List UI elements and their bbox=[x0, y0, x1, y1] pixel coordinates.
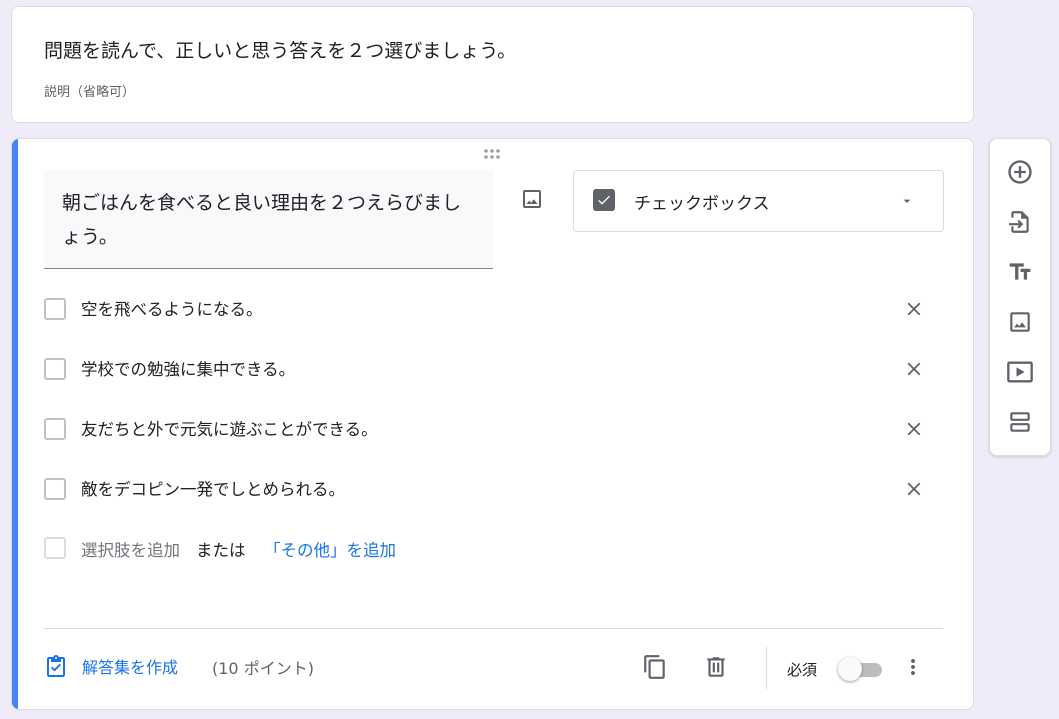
add-question-icon bbox=[1008, 160, 1032, 184]
add-image-icon bbox=[1010, 312, 1030, 332]
toggle-thumb bbox=[838, 657, 862, 681]
answer-key-label: 解答集を作成 bbox=[82, 658, 179, 677]
remove-option-button[interactable] bbox=[899, 474, 929, 504]
option-row[interactable]: 敵をデコピン一発でしとめられる。 bbox=[44, 470, 944, 510]
option-label[interactable]: 敵をデコピン一発でしとめられる。 bbox=[81, 478, 345, 502]
add-section-button[interactable] bbox=[1005, 407, 1035, 437]
option-checkbox bbox=[44, 478, 66, 500]
add-option-row: 選択肢を追加 または 「その他」を追加 bbox=[44, 529, 744, 569]
question-type-dropdown[interactable]: チェックボックス bbox=[573, 170, 944, 232]
dropdown-arrow-icon bbox=[903, 199, 911, 203]
option-row[interactable]: 学校での勉強に集中できる。 bbox=[44, 350, 944, 390]
option-checkbox bbox=[44, 418, 66, 440]
form-header-card: 問題を読んで、正しいと思う答えを２つ選びましょう。 説明（省略可） bbox=[11, 6, 974, 123]
add-question-button[interactable] bbox=[1005, 157, 1035, 187]
required-label: 必須 bbox=[787, 661, 818, 679]
required-toggle[interactable] bbox=[838, 656, 886, 682]
remove-option-button[interactable] bbox=[899, 354, 929, 384]
more-vert-icon bbox=[911, 659, 915, 675]
or-label: または bbox=[196, 541, 246, 560]
import-questions-button[interactable] bbox=[1005, 207, 1035, 237]
points-label: (10 ポイント) bbox=[212, 659, 314, 678]
checkbox-type-icon bbox=[593, 189, 615, 211]
image-icon bbox=[523, 190, 541, 208]
active-accent-bar bbox=[12, 139, 18, 709]
footer-vertical-divider bbox=[766, 647, 767, 689]
copy-icon bbox=[644, 655, 665, 679]
delete-button[interactable] bbox=[700, 651, 732, 683]
question-title-input[interactable]: 朝ごはんを食べると良い理由を２つえらびましょう。 bbox=[44, 170, 493, 269]
option-label[interactable]: 友だちと外で元気に遊ぶことができる。 bbox=[81, 418, 378, 442]
form-title[interactable]: 問題を読んで、正しいと思う答えを２つ選びましょう。 bbox=[44, 39, 516, 63]
option-checkbox bbox=[44, 537, 66, 559]
question-type-label: チェックボックス bbox=[634, 194, 770, 214]
question-card[interactable]: 朝ごはんを食べると良い理由を２つえらびましょう。 チェックボックス 空を飛べるよ… bbox=[11, 138, 974, 710]
add-title-icon bbox=[1009, 263, 1031, 280]
option-row[interactable]: 友だちと外で元気に遊ぶことができる。 bbox=[44, 410, 944, 450]
add-section-icon bbox=[1010, 412, 1030, 432]
remove-option-button[interactable] bbox=[899, 294, 929, 324]
option-row[interactable]: 空を飛べるようになる。 bbox=[44, 290, 944, 330]
close-icon bbox=[907, 302, 921, 316]
trash-icon bbox=[707, 657, 725, 677]
close-icon bbox=[907, 482, 921, 496]
close-icon bbox=[907, 362, 921, 376]
option-checkbox bbox=[44, 358, 66, 380]
close-icon bbox=[907, 422, 921, 436]
option-checkbox bbox=[44, 298, 66, 320]
form-description[interactable]: 説明（省略可） bbox=[44, 81, 135, 100]
footer-divider bbox=[44, 628, 943, 629]
add-title-button[interactable] bbox=[1005, 257, 1035, 287]
add-option-button[interactable]: 選択肢を追加 bbox=[81, 537, 180, 561]
floating-toolbar bbox=[989, 138, 1051, 456]
option-label[interactable]: 学校での勉強に集中できる。 bbox=[81, 358, 295, 382]
remove-option-button[interactable] bbox=[899, 414, 929, 444]
option-label[interactable]: 空を飛べるようになる。 bbox=[81, 298, 263, 322]
duplicate-button[interactable] bbox=[639, 651, 671, 683]
add-video-icon bbox=[1007, 361, 1033, 383]
drag-handle-icon[interactable] bbox=[482, 148, 506, 162]
add-image-button[interactable] bbox=[517, 184, 547, 214]
more-options-button[interactable] bbox=[900, 651, 926, 683]
answer-key-button[interactable]: 解答集を作成 bbox=[44, 651, 178, 681]
add-image-tool-button[interactable] bbox=[1005, 307, 1035, 337]
answer-key-icon bbox=[47, 655, 65, 677]
import-questions-icon bbox=[1009, 211, 1029, 233]
add-other-button[interactable]: 「その他」を追加 bbox=[264, 537, 396, 561]
add-video-button[interactable] bbox=[1005, 357, 1035, 387]
